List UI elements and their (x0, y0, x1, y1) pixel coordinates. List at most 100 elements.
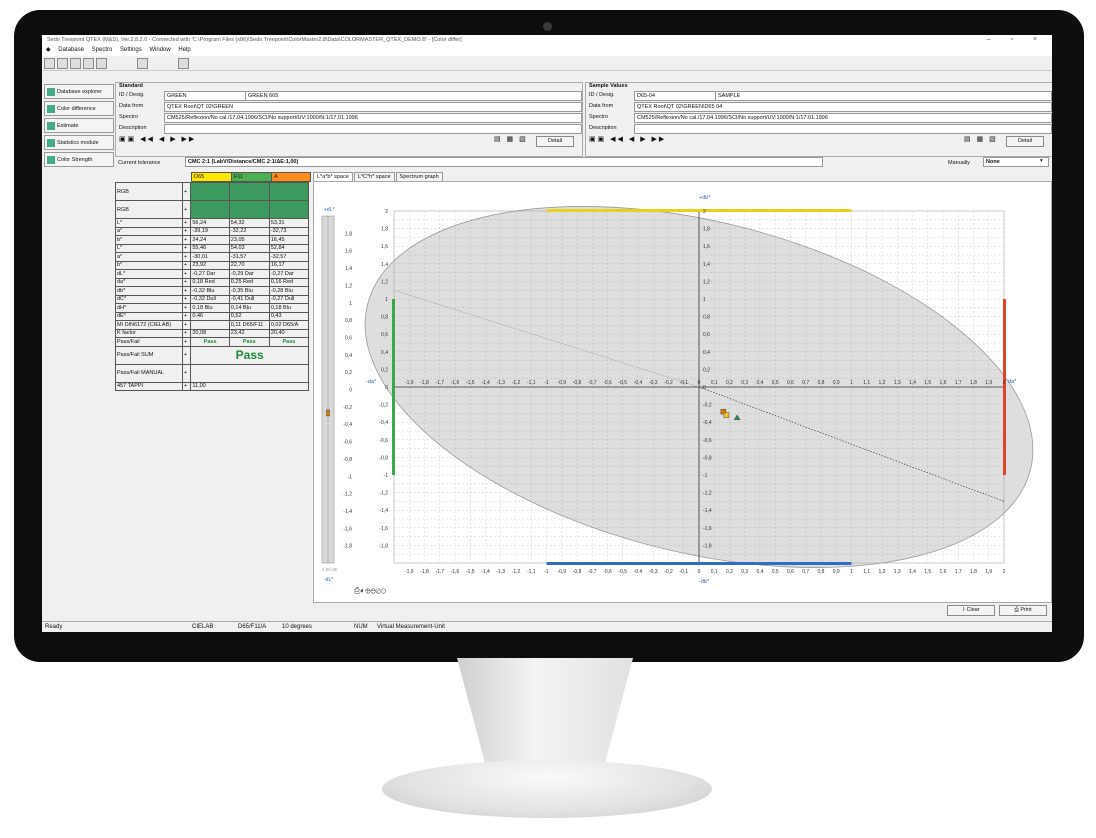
expand-icon[interactable]: + (181, 345, 192, 365)
sample-desc-label: Description (589, 125, 617, 131)
nav-color-strength[interactable]: Color Strength (44, 152, 114, 167)
x-tick-label-bottom: 0,2 (726, 569, 733, 575)
menu-spectro[interactable]: Spectro (92, 47, 113, 53)
tab-spectrum-graph[interactable]: Spectrum graph (395, 172, 443, 181)
table-cell: 22,70 (228, 260, 270, 270)
lab-chart[interactable]: -1,9 -1,9 -1,8 -1,8 -1,7 -1,7 -1,6 -1,6 -1,5 -1,5… (314, 182, 1051, 602)
expand-icon[interactable]: + (181, 200, 192, 219)
expand-icon[interactable]: + (181, 320, 192, 330)
nav-database-explorer[interactable]: Database explorer (44, 84, 114, 99)
sample-id-field[interactable]: D65-04 (634, 91, 716, 101)
x-tick-label-bottom: -1,6 (451, 569, 460, 575)
table-cell: 11,00 (190, 381, 309, 391)
standard-desig-field[interactable]: GREEN 665 (245, 91, 582, 101)
expand-icon[interactable]: + (181, 226, 192, 236)
sample-record-nav[interactable]: ▣▣ ◀◀ ◀ ▶ ▶▶ (589, 135, 666, 143)
table-cell: -0,27 Dull (268, 294, 310, 304)
table-row: db* + -0,32 Blu -0,35 Blu -0,28 Blu (115, 286, 310, 296)
dl-tick-label: 0 (349, 388, 352, 394)
toolbar-window-icon[interactable] (137, 58, 148, 69)
menu-database[interactable]: Database (58, 47, 84, 53)
menu-settings[interactable]: Settings (120, 47, 142, 53)
table-cell: -0,35 Blu (228, 286, 270, 296)
y-tick-label-center: 1,8 (703, 227, 710, 233)
standard-id-field[interactable]: GREEN (164, 91, 246, 101)
expand-icon[interactable]: + (181, 252, 192, 262)
sample-desc-field[interactable] (634, 124, 1052, 134)
x-tick-label-bottom: 1,6 (940, 569, 947, 575)
expand-icon[interactable]: + (181, 303, 192, 313)
dl-tick-label: 1,6 (345, 249, 352, 255)
expand-icon[interactable]: + (181, 277, 192, 287)
x-tick-label-bottom: 1,8 (970, 569, 977, 575)
expand-icon[interactable]: + (181, 269, 192, 279)
menu-help[interactable]: Help (178, 47, 190, 53)
toolbar-print-icon[interactable] (83, 58, 94, 69)
expand-icon[interactable]: + (181, 182, 192, 201)
x-tick-label: -1,6 (451, 380, 460, 386)
sample-tools-icon[interactable]: ▤ ▦ ▧ (964, 135, 998, 143)
illuminant-f11-select[interactable]: F11 (231, 172, 273, 182)
clear-button[interactable]: ⌇ Clear (947, 605, 995, 616)
y-tick-label-center: -1 (703, 473, 708, 479)
expand-icon[interactable]: + (181, 243, 192, 253)
webcam-icon (543, 22, 552, 31)
print-button[interactable]: ⎙ Print (999, 605, 1047, 616)
chevron-down-icon[interactable]: ▾ (1040, 158, 1043, 164)
x-tick-label: -1,1 (527, 380, 536, 386)
toolbar-stop-icon[interactable] (57, 58, 68, 69)
nav-estimate[interactable]: Estimate (44, 118, 114, 133)
expand-icon[interactable]: + (181, 337, 192, 347)
toolbar-measure-icon[interactable] (96, 58, 107, 69)
row-label: b* (115, 260, 183, 270)
table-cell: Pass (190, 337, 230, 347)
table-cell: -39,19 (190, 226, 230, 236)
tolerance-field[interactable]: CMC 2:1 (LabV/Distance/CMC 2:1/ΔE:1,00) (185, 157, 823, 167)
expand-icon[interactable]: + (181, 363, 192, 383)
tab-lch-space[interactable]: L*C*h* space (353, 172, 395, 181)
standard-tools-icon[interactable]: ▤ ▦ ▧ (494, 135, 528, 143)
expand-icon[interactable]: + (181, 260, 192, 270)
y-tick-label: 0,8 (381, 315, 388, 321)
x-tick-label-bottom: -1 (544, 569, 549, 575)
dl-tick-label: -0,8 (343, 457, 352, 463)
nav-color-difference[interactable]: Color difference (44, 101, 114, 116)
y-tick-label-center: -1,8 (703, 543, 712, 549)
expand-icon[interactable]: + (181, 328, 192, 338)
table-cell (268, 182, 310, 201)
x-tick-label: -0,7 (588, 380, 597, 386)
database-icon (47, 87, 55, 96)
table-cell: -0,41 Dull (228, 294, 270, 304)
y-tick-label-center: 1,4 (703, 262, 710, 268)
expand-icon[interactable]: + (181, 381, 192, 391)
x-tick-label: -1,5 (466, 380, 475, 386)
toolbar-save-icon[interactable] (70, 58, 81, 69)
nav-statistics-module[interactable]: Statistics module (44, 135, 114, 150)
sample-header: Sample Values (589, 83, 628, 89)
illuminant-a-select[interactable]: A (271, 172, 311, 182)
sample-desig-field[interactable]: SAMPLE (715, 91, 1052, 101)
sample-detail-button[interactable]: Detail (1006, 136, 1044, 147)
expand-icon[interactable]: + (181, 294, 192, 304)
toolbar-gear-icon[interactable] (44, 58, 55, 69)
x-tick-label: -1 (544, 380, 549, 386)
table-cell: 0,11 D65/F11 (228, 320, 270, 330)
illuminant-d65-select[interactable]: D65 (191, 172, 233, 182)
expand-icon[interactable]: + (181, 235, 192, 245)
standard-detail-button[interactable]: Detail (536, 136, 574, 147)
x-tick-label: -1,3 (496, 380, 505, 386)
standard-desc-field[interactable] (164, 124, 582, 134)
standard-record-nav[interactable]: ▣▣ ◀◀ ◀ ▶ ▶▶ (119, 135, 196, 143)
row-label: RGB (115, 182, 183, 201)
expand-icon[interactable]: + (181, 311, 192, 321)
tab-lab-space[interactable]: L*a*b* space (313, 172, 353, 181)
menu-window[interactable]: Window (149, 47, 170, 53)
window-controls[interactable]: – ▫ × (987, 36, 1046, 43)
blue-edge-bar (546, 562, 852, 565)
table-cell: 54,03 (228, 243, 270, 253)
y-tick-label-center: 1,2 (703, 279, 710, 285)
zoom-toolbar-icon[interactable]: ⎙◐⊕⊖⊘⊙ (354, 586, 387, 595)
toolbar-bug-icon[interactable] (178, 58, 189, 69)
expand-icon[interactable]: + (181, 286, 192, 296)
expand-icon[interactable]: + (181, 218, 192, 228)
